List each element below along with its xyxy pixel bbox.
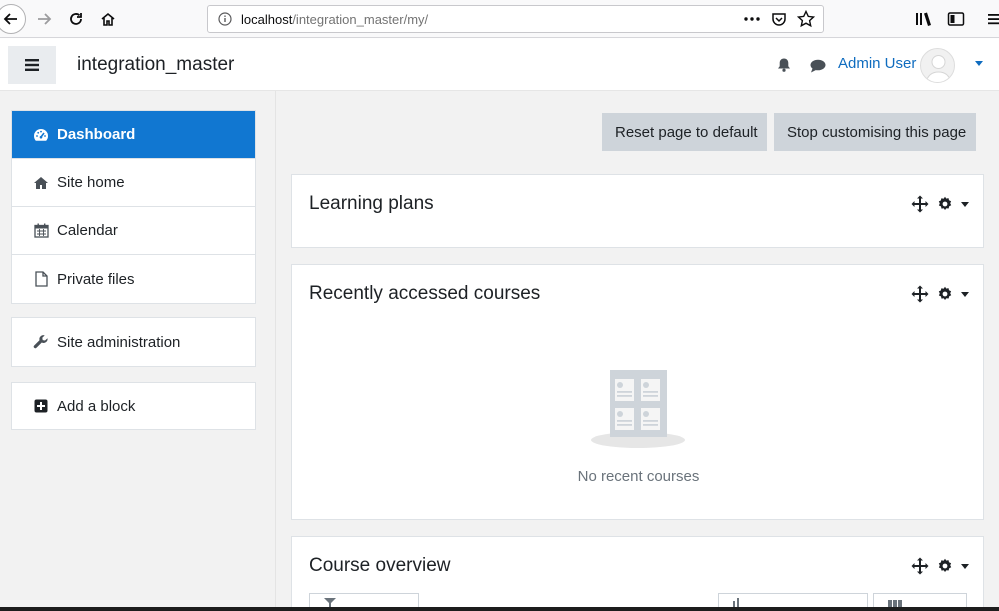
top-navbar: integration_master Admin User (0, 39, 999, 91)
home-browser-icon (101, 12, 115, 26)
site-name[interactable]: integration_master (77, 54, 234, 76)
notification-bell-icon[interactable] (776, 57, 792, 73)
main-region: Reset page to default Stop customising t… (276, 91, 999, 611)
gear-icon[interactable] (937, 196, 953, 212)
empty-state-text: No recent courses (577, 468, 700, 485)
back-button[interactable] (0, 4, 26, 34)
arrow-left-icon (3, 13, 17, 25)
nav-drawer: Dashboard Site home Calendar Private fil… (0, 91, 276, 611)
reload-icon (70, 13, 82, 25)
sidebar-item-label: Calendar (57, 222, 118, 239)
library-icon (916, 12, 931, 26)
drawer-toggle-button[interactable] (8, 46, 56, 84)
chevron-down-icon[interactable] (961, 201, 969, 207)
admin-nav-group: Site administration (11, 317, 256, 367)
recent-courses-block: Recently accessed courses No recent cour (291, 264, 984, 520)
move-icon[interactable] (911, 285, 929, 303)
user-menu-name[interactable]: Admin User (838, 55, 916, 72)
course-overview-block: Course overview (291, 536, 984, 611)
move-icon[interactable] (911, 557, 929, 575)
no-courses-illustration-icon (591, 370, 685, 448)
user-menu-caret-icon[interactable] (975, 61, 983, 66)
info-icon (218, 12, 232, 26)
pocket-icon[interactable] (771, 11, 787, 27)
sidebar-item-label: Site administration (57, 333, 181, 351)
forward-button[interactable] (32, 7, 56, 31)
chevron-down-icon[interactable] (961, 291, 969, 297)
reload-button[interactable] (64, 7, 88, 31)
move-icon[interactable] (911, 195, 929, 213)
sidebar-item-private-files[interactable]: Private files (12, 255, 255, 303)
sidebar-item-calendar[interactable]: Calendar (12, 207, 255, 255)
arrow-right-icon (38, 13, 52, 25)
learning-plans-block: Learning plans (291, 174, 984, 248)
plus-square-icon (33, 398, 49, 414)
browser-toolbar: localhost/integration_master/my/ (0, 0, 999, 38)
sidebar-item-site-administration[interactable]: Site administration (12, 318, 255, 366)
sidebar-item-label: Site home (57, 174, 125, 191)
filter-dropdown[interactable] (309, 593, 419, 608)
dashboard-icon (33, 127, 49, 143)
wrench-icon (33, 334, 49, 350)
taskbar-edge (0, 607, 999, 611)
home-icon (33, 175, 49, 191)
browser-menu-button[interactable] (982, 7, 999, 31)
stop-customising-button[interactable]: Stop customising this page (774, 113, 976, 151)
reset-page-button[interactable]: Reset page to default (602, 113, 767, 151)
add-block-label: Add a block (57, 397, 136, 415)
sort-dropdown[interactable] (718, 593, 868, 608)
messages-icon[interactable] (809, 58, 827, 74)
sidebar-item-dashboard[interactable]: Dashboard (12, 111, 255, 159)
gear-icon[interactable] (937, 558, 953, 574)
block-title: Recently accessed courses (309, 283, 541, 304)
sidebar-toggle-button[interactable] (944, 7, 968, 31)
library-button[interactable] (912, 7, 936, 31)
avatar[interactable] (920, 48, 955, 83)
sidebars-icon (947, 12, 965, 26)
main-nav-group: Dashboard Site home Calendar Private fil… (11, 110, 256, 304)
sidebar-item-label: Dashboard (57, 126, 136, 143)
home-button[interactable] (96, 7, 120, 31)
view-dropdown[interactable] (873, 593, 967, 608)
user-silhouette-icon (925, 55, 952, 82)
url-text: localhost/integration_master/my/ (241, 12, 429, 27)
page-actions-icon[interactable] (743, 12, 761, 26)
file-icon (33, 271, 49, 287)
add-block-button[interactable]: Add a block (12, 383, 255, 429)
hamburger-menu-icon (988, 14, 999, 25)
calendar-icon (33, 223, 49, 239)
sidebar-item-label: Private files (57, 270, 135, 288)
chevron-down-icon[interactable] (961, 563, 969, 569)
bookmark-star-icon[interactable] (797, 10, 815, 28)
block-title: Learning plans (309, 193, 434, 214)
add-block-group: Add a block (11, 382, 256, 430)
block-title: Course overview (309, 555, 451, 576)
address-bar[interactable]: localhost/integration_master/my/ (207, 5, 824, 33)
bars-icon (25, 59, 39, 71)
sidebar-item-site-home[interactable]: Site home (12, 159, 255, 207)
gear-icon[interactable] (937, 286, 953, 302)
